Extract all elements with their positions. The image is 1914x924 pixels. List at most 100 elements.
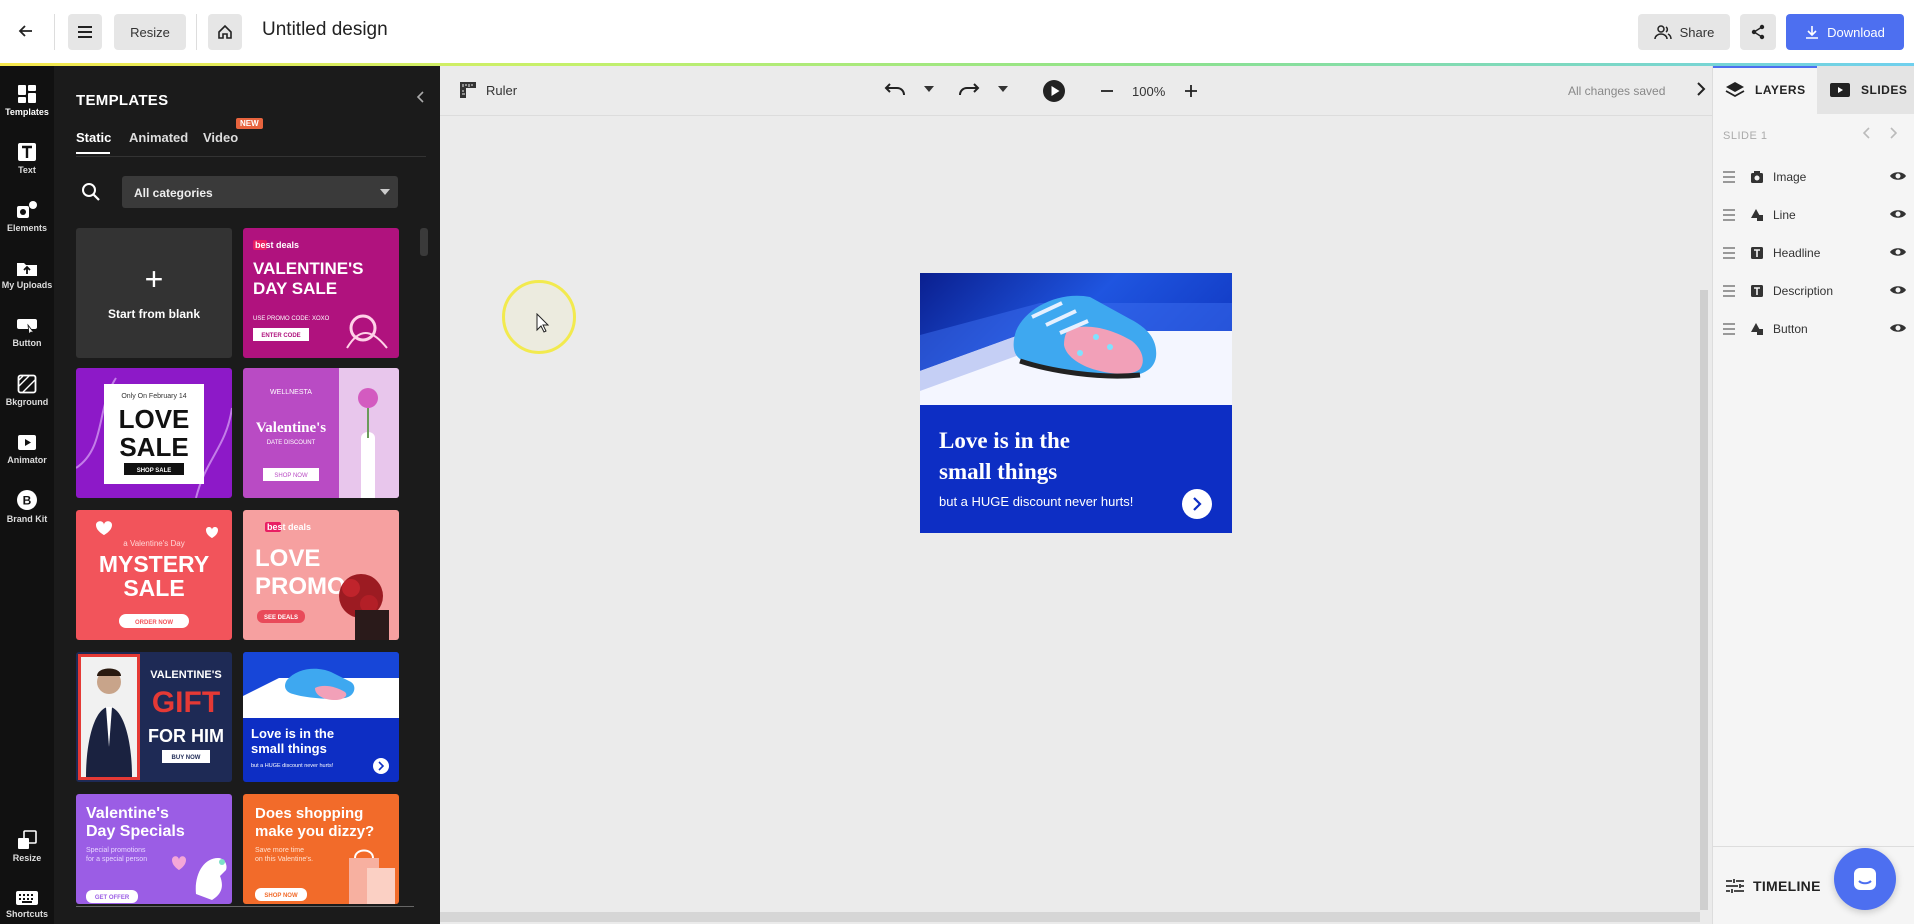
rail-item-uploads[interactable]: My Uploads: [0, 248, 54, 300]
caret-down-icon: [924, 86, 934, 92]
layer-item-description[interactable]: Description: [1713, 272, 1914, 310]
previous-slide-button[interactable]: [1862, 126, 1871, 142]
timeline-toggle[interactable]: TIMELINE: [1725, 878, 1821, 894]
design-image-layer[interactable]: [920, 273, 1232, 405]
ruler-icon: [460, 82, 476, 98]
design-description[interactable]: but a HUGE discount never hurts!: [939, 494, 1133, 509]
eye-icon[interactable]: [1889, 284, 1907, 296]
resize-button[interactable]: Resize: [114, 14, 186, 50]
elements-icon: [17, 200, 37, 218]
zoom-out-button[interactable]: [1100, 84, 1114, 98]
zoom-in-button[interactable]: [1184, 84, 1198, 98]
next-slide-button[interactable]: [1889, 126, 1898, 142]
tab-static[interactable]: Static: [76, 130, 111, 145]
template-card[interactable]: best deals LOVE PROMO SEE DEALS: [243, 510, 399, 640]
template-text: a Valentine's Day: [123, 539, 184, 548]
ruler-toggle[interactable]: Ruler: [458, 80, 517, 100]
share-button[interactable]: Share: [1638, 14, 1730, 50]
headline-line: Love is in the: [939, 428, 1070, 453]
design-title[interactable]: Untitled design: [262, 19, 388, 41]
expand-right-panel-button[interactable]: [1696, 82, 1706, 101]
template-text: GIFT: [152, 686, 220, 719]
template-text: DATE DISCOUNT: [267, 440, 316, 446]
template-card[interactable]: Only On February 14 LOVE SALE SHOP SALE: [76, 368, 232, 498]
canvas-toolbar: Ruler 100% All changes saved: [440, 66, 1712, 116]
back-button[interactable]: [12, 16, 40, 46]
canvas-vertical-scrollbar[interactable]: [1700, 290, 1708, 910]
template-text: make you dizzy?: [255, 823, 374, 840]
drag-handle-icon[interactable]: [1723, 171, 1735, 186]
drag-handle-icon[interactable]: [1723, 209, 1735, 224]
rail-item-text[interactable]: Text: [0, 132, 54, 184]
home-button[interactable]: [208, 14, 242, 50]
template-text: LOVE: [255, 545, 320, 572]
redo-history-dropdown[interactable]: [998, 86, 1008, 94]
zoom-level[interactable]: 100%: [1132, 84, 1165, 99]
layer-item-headline[interactable]: Headline: [1713, 234, 1914, 272]
template-text: best deals: [255, 240, 299, 250]
tab-layers[interactable]: LAYERS: [1713, 66, 1817, 114]
eye-icon[interactable]: [1889, 322, 1907, 334]
template-search-button[interactable]: [76, 176, 106, 208]
undo-history-dropdown[interactable]: [924, 86, 934, 94]
redo-button[interactable]: [958, 80, 980, 100]
template-text: Love is in the: [251, 726, 334, 741]
template-card[interactable]: a Valentine's Day MYSTERY SALE ORDER NOW: [76, 510, 232, 640]
category-select-value: All categories: [134, 186, 213, 200]
eye-icon[interactable]: [1889, 246, 1907, 258]
layer-item-line[interactable]: Line: [1713, 196, 1914, 234]
rail-item-resize[interactable]: Resize: [0, 820, 54, 872]
rail-item-elements[interactable]: Elements: [0, 190, 54, 242]
rail-label: Elements: [6, 222, 48, 233]
start-from-blank[interactable]: + Start from blank: [76, 228, 232, 358]
drag-handle-icon[interactable]: [1723, 285, 1735, 300]
template-text: SALE: [123, 575, 184, 601]
template-text: USE PROMO CODE: XOXO: [253, 316, 330, 322]
template-card[interactable]: WELLNESTA Valentine's DATE DISCOUNT SHOP…: [243, 368, 399, 498]
category-select[interactable]: All categories: [122, 176, 398, 208]
download-icon: [1806, 26, 1819, 39]
design-artboard[interactable]: Love is in the small things but a HUGE d…: [920, 273, 1232, 533]
template-card[interactable]: VALENTINE'S GIFT FOR HIM BUY NOW: [76, 652, 232, 782]
drag-handle-icon[interactable]: [1723, 247, 1735, 262]
collapse-panel-icon[interactable]: [416, 90, 426, 106]
template-card[interactable]: Love is in the small things but a HUGE d…: [243, 652, 399, 782]
panel-scrollbar[interactable]: [420, 228, 428, 256]
design-button[interactable]: [1182, 489, 1212, 519]
mouse-pointer-icon: [536, 313, 550, 333]
tab-animated[interactable]: Animated: [129, 130, 188, 145]
drag-handle-icon[interactable]: [1723, 323, 1735, 338]
preview-play-button[interactable]: [1042, 79, 1066, 103]
template-text: Only On February 14: [121, 393, 186, 400]
shapes-icon: [1751, 209, 1763, 221]
share-link-button[interactable]: [1740, 14, 1776, 50]
template-text: ORDER NOW: [135, 620, 173, 626]
rail-item-button[interactable]: Button: [0, 306, 54, 358]
layer-item-image[interactable]: Image: [1713, 158, 1914, 196]
rail-item-shortcuts[interactable]: Shortcuts: [0, 878, 54, 924]
undo-button[interactable]: [884, 80, 906, 100]
template-text: DAY SALE: [253, 279, 337, 298]
template-text: Does shopping: [255, 805, 363, 822]
plus-icon: +: [144, 261, 164, 297]
download-button[interactable]: Download: [1786, 14, 1904, 50]
headline-line: small things: [939, 459, 1058, 484]
tab-slides[interactable]: SLIDES: [1817, 66, 1914, 114]
template-card[interactable]: Valentine's Day Specials Special promoti…: [76, 794, 232, 904]
tab-video[interactable]: Video: [203, 130, 238, 145]
menu-button[interactable]: [68, 14, 102, 50]
canvas-horizontal-scrollbar[interactable]: [440, 912, 1700, 922]
rail-item-brand-kit[interactable]: B Brand Kit: [0, 480, 54, 532]
layer-item-button[interactable]: Button: [1713, 310, 1914, 348]
template-card[interactable]: best deals VALENTINE'S DAY SALE USE PROM…: [243, 228, 399, 358]
eye-icon[interactable]: [1889, 170, 1907, 182]
chat-button[interactable]: [1834, 848, 1896, 910]
template-card[interactable]: Does shopping make you dizzy? Save more …: [243, 794, 399, 904]
eye-icon[interactable]: [1889, 208, 1907, 220]
design-headline[interactable]: Love is in the small things: [939, 425, 1139, 487]
shapes-icon: [1751, 323, 1763, 335]
rail-item-animator[interactable]: Animator: [0, 422, 54, 474]
play-icon: [1043, 80, 1065, 102]
rail-item-background[interactable]: Bkground: [0, 364, 54, 416]
rail-item-templates[interactable]: Templates: [0, 74, 54, 126]
